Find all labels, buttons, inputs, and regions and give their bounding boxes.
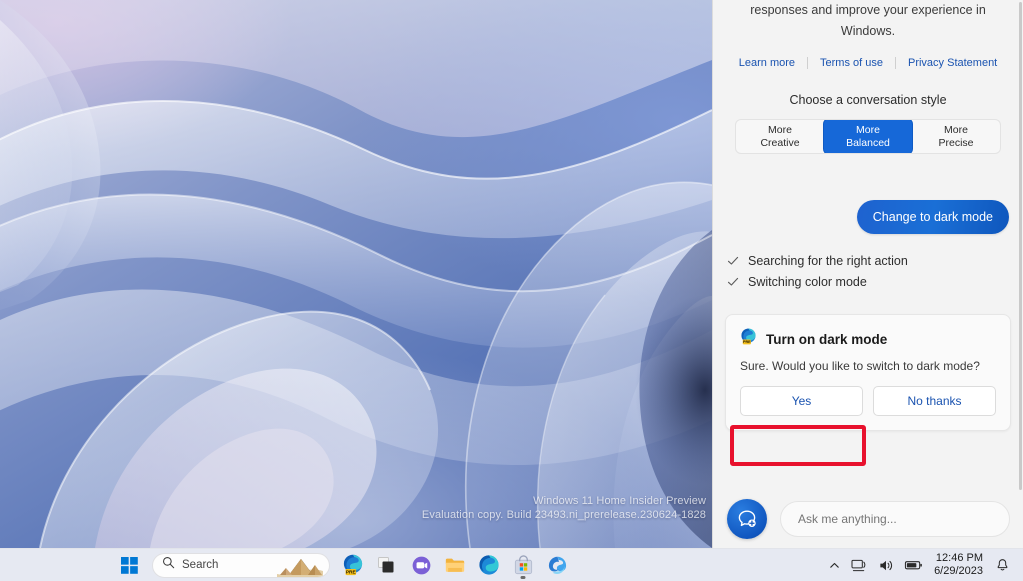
search-highlight-image [277,555,323,577]
taskbar-item-task-view[interactable] [370,550,404,580]
copilot-pre-icon: PRE [343,554,363,576]
wallpaper-bloom [0,0,712,548]
windows-copilot-panel: Windows Copilot to generate AI-powered r… [712,0,1023,548]
battery-button[interactable] [899,551,928,579]
svg-text:PRE: PRE [346,570,357,576]
microsoft-365-icon [548,556,566,574]
clock-date: 6/29/2023 [934,565,983,577]
terms-of-use-link[interactable]: Terms of use [808,57,896,69]
progress-step: Searching for the right action [727,250,1011,271]
windows-logo-icon [120,556,138,574]
search-icon [162,556,175,574]
conversation-style-title: Choose a conversation style [789,93,947,107]
system-tray: 12:46 PM 6/29/2023 [823,549,1015,581]
taskbar: Search PRE 12:46 PM 6/29/2023 [0,548,1023,581]
copilot-legal-links: Learn more Terms of use Privacy Statemen… [725,57,1011,69]
taskbar-search-box[interactable]: Search [152,552,330,578]
action-card-title: Turn on dark mode [766,331,888,347]
new-topic-icon[interactable] [727,499,767,539]
ask-me-anything-input[interactable] [798,512,992,526]
style-option-more-balanced[interactable]: More Balanced [824,120,912,153]
show-hidden-icons-button[interactable] [823,551,846,579]
volume-button[interactable] [873,551,899,579]
notifications-button[interactable] [990,551,1015,579]
copilot-conversation-scroll[interactable]: Windows Copilot to generate AI-powered r… [713,0,1023,548]
taskbar-item-edge[interactable] [472,550,506,580]
style-option-line2: Creative [760,136,800,149]
progress-step: Switching color mode [727,271,1011,292]
check-icon [727,255,739,267]
action-card-body: Sure. Would you like to switch to dark m… [740,359,980,373]
taskbar-item-office[interactable] [540,550,574,580]
style-option-more-creative[interactable]: More Creative [736,120,824,153]
privacy-statement-link[interactable]: Privacy Statement [896,57,1009,69]
taskbar-item-store[interactable] [506,550,540,580]
style-option-line1: More [944,123,968,136]
ask-input-wrapper[interactable] [780,501,1010,537]
taskbar-item-copilot[interactable]: PRE [336,550,370,580]
task-view-icon [378,557,394,573]
taskbar-items: Search PRE [112,550,574,580]
clock-button[interactable]: 12:46 PM 6/29/2023 [928,551,990,579]
store-icon [514,554,532,574]
style-option-more-precise[interactable]: More Precise [912,120,1000,153]
progress-step-label: Searching for the right action [748,253,908,268]
search-placeholder-label: Search [182,559,219,571]
edge-icon [479,555,499,575]
chevron-up-icon [830,562,839,568]
user-message-bubble: Change to dark mode [856,200,1009,234]
style-option-line1: More [856,123,880,136]
copilot-pre-icon: PRE [740,328,757,350]
start-button[interactable] [112,550,146,580]
bell-icon [997,558,1008,570]
taskbar-item-file-explorer[interactable] [438,550,472,580]
conversation-style-group[interactable]: More Creative More Balanced More Precise [735,119,1001,154]
volume-icon [880,560,893,570]
network-button[interactable] [846,551,873,579]
yes-button[interactable]: Yes [740,386,863,416]
action-card-buttons: Yes No thanks [740,386,996,416]
copilot-intro-text: Windows Copilot to generate AI-powered r… [750,3,986,38]
copilot-progress-steps: Searching for the right action Switching… [725,250,1011,292]
action-card-header: PRE Turn on dark mode [740,328,996,350]
user-message-row: Change to dark mode [725,200,1011,234]
chat-icon [412,556,430,574]
network-icon [851,559,866,571]
copilot-composer [713,490,1023,548]
desktop[interactable]: Windows 11 Home Insider Preview Evaluati… [0,0,712,548]
copilot-scrollbar[interactable] [1019,2,1022,490]
style-option-line2: Precise [938,136,974,149]
folder-icon [445,558,465,572]
dark-mode-action-card: PRE Turn on dark mode Sure. Would you li… [725,314,1011,431]
clock-time: 12:46 PM [935,552,983,564]
style-option-line2: Balanced [846,136,890,149]
taskbar-item-chat[interactable] [404,550,438,580]
check-icon [727,276,739,288]
style-option-line1: More [768,123,792,136]
battery-icon [904,561,922,570]
learn-more-link[interactable]: Learn more [727,57,809,69]
svg-text:PRE: PRE [743,340,751,344]
no-thanks-button[interactable]: No thanks [873,386,996,416]
progress-step-label: Switching color mode [748,274,867,289]
taskbar-active-indicator [520,576,526,579]
